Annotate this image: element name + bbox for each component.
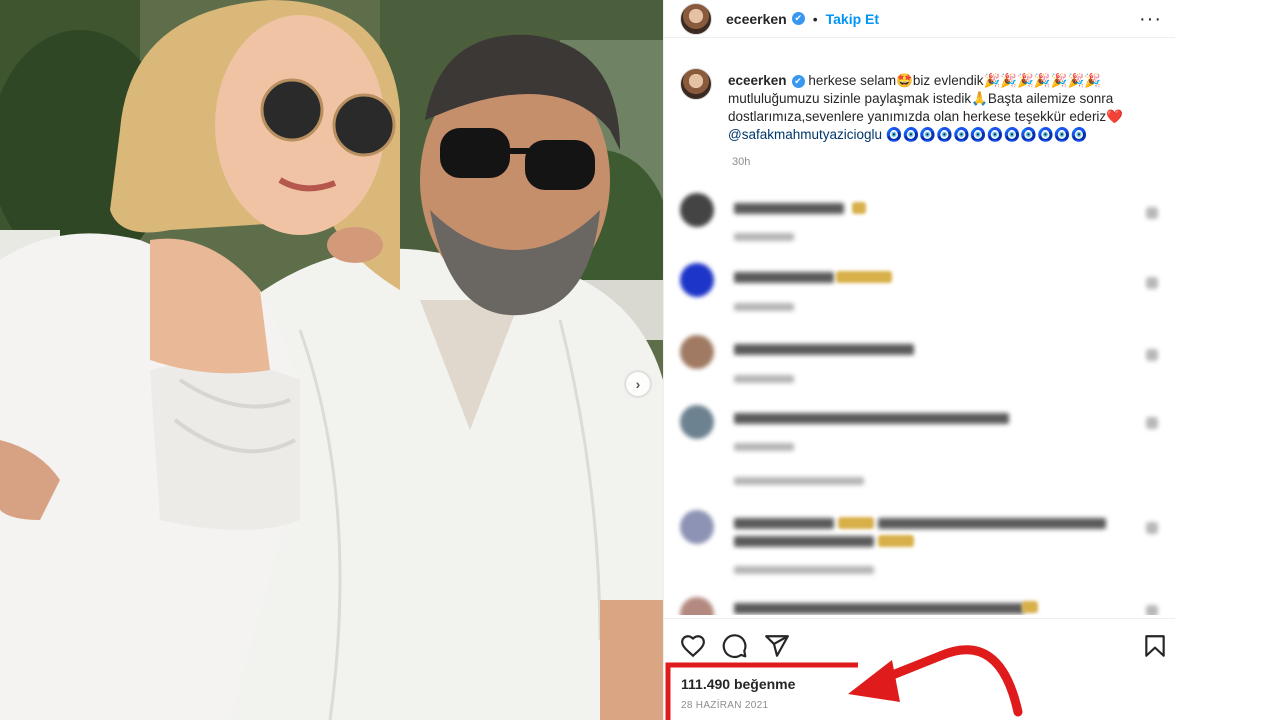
comment-avatar[interactable] xyxy=(680,193,714,227)
comment-like-icon[interactable] xyxy=(1146,277,1158,289)
post-date: 28 HAZİRAN 2021 xyxy=(681,700,769,711)
comment-text-blurred xyxy=(734,344,914,355)
bookmark-icon[interactable] xyxy=(1142,633,1168,659)
caption-timestamp: 30h xyxy=(732,156,751,168)
comments-list[interactable] xyxy=(664,185,1176,615)
likes-count[interactable]: 111.490 beğenme xyxy=(681,676,795,692)
verified-badge-icon: ✔ xyxy=(791,74,805,88)
comment-text-blurred xyxy=(734,536,874,547)
post-actions-bar xyxy=(664,618,1176,668)
verified-badge-icon: ✔ xyxy=(791,12,805,25)
comment-text-blurred xyxy=(734,603,1024,614)
username-link[interactable]: eceerken xyxy=(726,11,787,27)
heart-icon[interactable] xyxy=(680,633,706,659)
post-photo[interactable]: › xyxy=(0,0,663,720)
caption-body-3: 🧿🧿🧿🧿🧿🧿🧿🧿🧿🧿🧿🧿 xyxy=(882,127,1088,142)
comment-text-blurred xyxy=(734,272,834,283)
comment-avatar[interactable] xyxy=(680,263,714,297)
comment-meta-blurred xyxy=(734,233,794,241)
page-margin xyxy=(1175,0,1280,720)
comment-meta-blurred xyxy=(734,375,794,383)
comment-emoji-blurred xyxy=(852,202,866,214)
comment-like-icon[interactable] xyxy=(1146,207,1158,219)
post-side-panel: eceerken ✔ • Takip Et ··· eceerken ✔ herk… xyxy=(663,0,1176,720)
comment-like-icon[interactable] xyxy=(1146,522,1158,534)
caption-username[interactable]: eceerken xyxy=(728,73,787,88)
caption-body-2: mutluluğumuzu sizinle paylaşmak istedik🙏… xyxy=(728,91,1123,124)
comment-text-blurred xyxy=(734,413,1009,424)
comment-like-icon[interactable] xyxy=(1146,417,1158,429)
post-header: eceerken ✔ • Takip Et ··· xyxy=(664,0,1176,38)
comment-emoji-blurred xyxy=(838,517,874,529)
share-icon[interactable] xyxy=(764,633,790,659)
separator-dot: • xyxy=(812,10,818,27)
comment-avatar[interactable] xyxy=(680,597,714,615)
caption-avatar[interactable] xyxy=(680,68,712,100)
caption-body-1: herkese selam🤩biz evlendik🎉🎉🎉🎉🎉🎉🎉 xyxy=(808,73,1102,88)
comment-text-blurred xyxy=(878,518,1106,529)
screenshot-root: › eceerken ✔ • Takip Et ··· eceerken ✔ he… xyxy=(0,0,1280,720)
comment-avatar[interactable] xyxy=(680,510,714,544)
comment-meta-blurred xyxy=(734,303,794,311)
caption-mention-link[interactable]: @safakmahmutyazicioglu xyxy=(728,127,882,142)
comment-meta-blurred xyxy=(734,566,874,574)
more-options-icon[interactable]: ··· xyxy=(1139,8,1162,31)
comment-replies-blurred[interactable] xyxy=(734,477,864,485)
chevron-right-icon: › xyxy=(635,376,641,392)
comment-avatar[interactable] xyxy=(680,405,714,439)
comment-emoji-blurred xyxy=(836,271,892,283)
comment-icon[interactable] xyxy=(722,633,748,659)
caption-text: eceerken ✔ herkese selam🤩biz evlendik🎉🎉🎉🎉… xyxy=(728,72,1164,144)
comment-text-blurred xyxy=(734,203,844,214)
comment-avatar[interactable] xyxy=(680,335,714,369)
photo-illustration xyxy=(0,0,663,720)
follow-button[interactable]: Takip Et xyxy=(826,11,879,27)
comment-like-icon[interactable] xyxy=(1146,349,1158,361)
avatar[interactable] xyxy=(680,2,712,35)
carousel-next-button[interactable]: › xyxy=(626,372,650,396)
comment-text-blurred xyxy=(734,518,834,529)
comment-emoji-blurred xyxy=(878,535,914,547)
comment-meta-blurred xyxy=(734,443,794,451)
comment-like-icon[interactable] xyxy=(1146,605,1158,615)
comment-emoji-blurred xyxy=(1022,601,1038,613)
